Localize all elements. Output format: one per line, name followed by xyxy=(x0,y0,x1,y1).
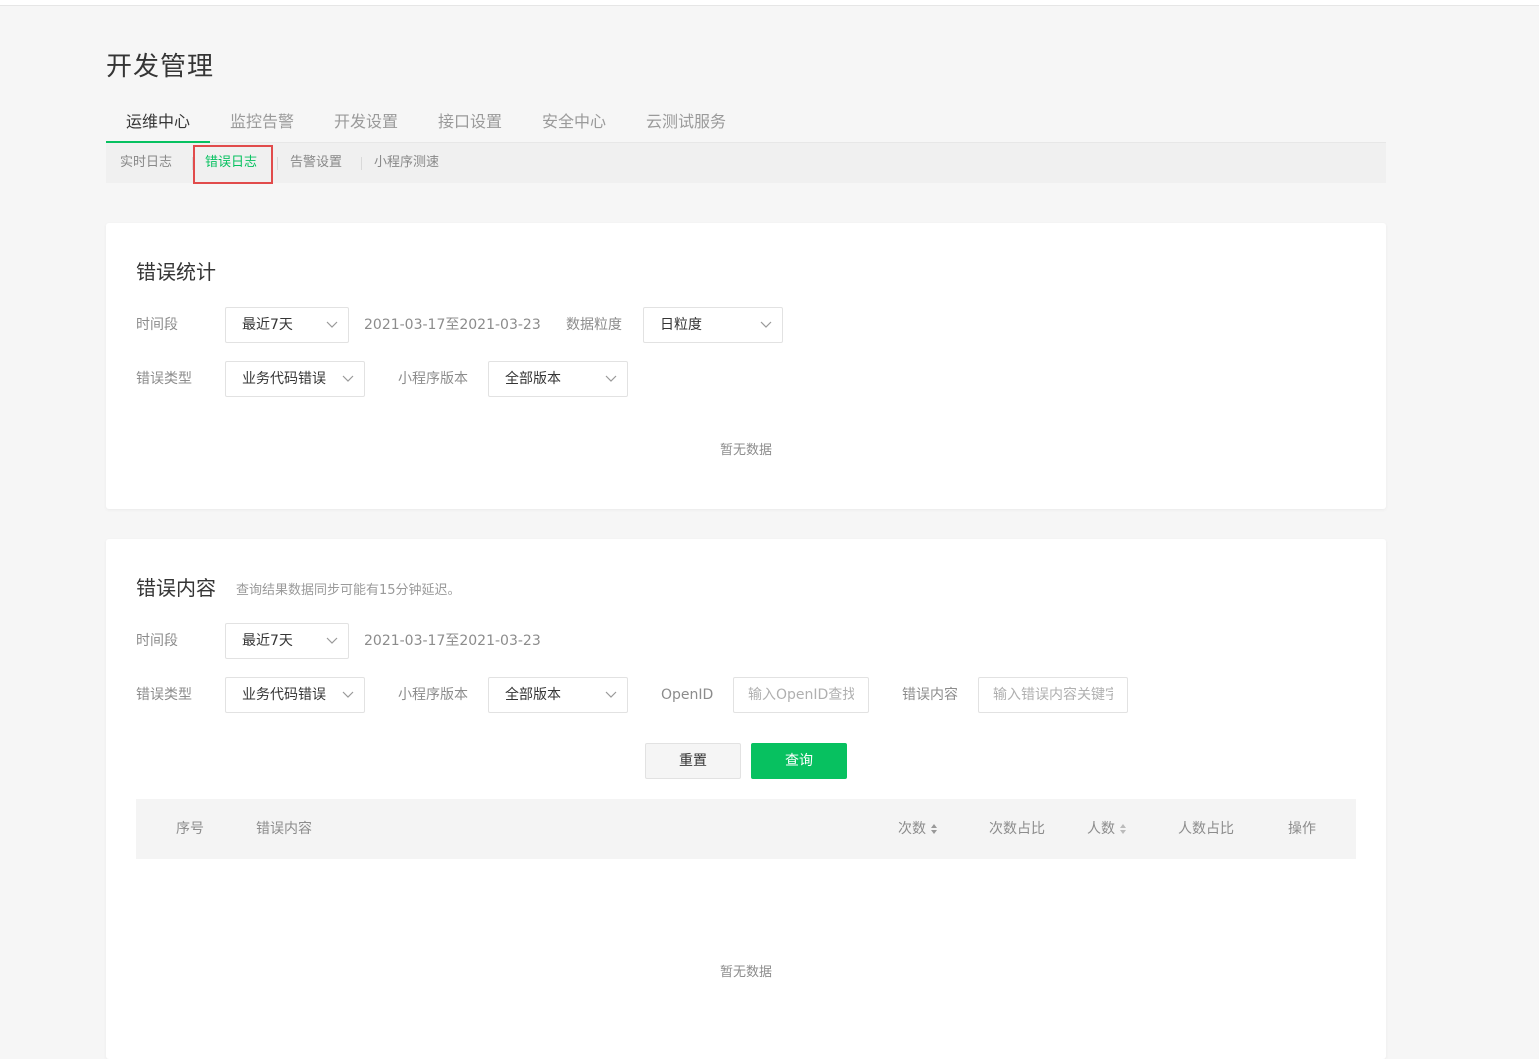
main-tabs: 运维中心 监控告警 开发设置 接口设置 安全中心 云测试服务 xyxy=(106,104,1386,143)
th-action: 操作 xyxy=(1288,821,1316,837)
tab-dev-settings[interactable]: 开发设置 xyxy=(334,104,398,143)
period-label: 时间段 xyxy=(136,633,178,649)
version-select-value: 全部版本 xyxy=(505,371,561,387)
granularity-select[interactable]: 日粒度 xyxy=(643,307,783,343)
chevron-down-icon xyxy=(326,321,338,328)
highlight-box xyxy=(193,145,273,184)
th-users[interactable]: 人数 xyxy=(1087,799,1127,859)
th-index: 序号 xyxy=(176,821,204,837)
keyword-label: 错误内容 xyxy=(902,687,958,703)
card-title: 错误统计 xyxy=(136,260,216,284)
tab-monitoring[interactable]: 监控告警 xyxy=(230,104,294,143)
chevron-down-icon xyxy=(760,321,772,328)
version-label: 小程序版本 xyxy=(398,371,468,387)
empty-state: 暂无数据 xyxy=(719,443,772,458)
subtab-alert-settings[interactable]: 告警设置 xyxy=(290,143,342,183)
query-button[interactable]: 查询 xyxy=(751,743,847,779)
error-keyword-input[interactable] xyxy=(978,677,1128,713)
th-count[interactable]: 次数 xyxy=(898,799,938,859)
openid-input[interactable] xyxy=(733,677,869,713)
version-select-value: 全部版本 xyxy=(505,687,561,703)
date-range-text: 2021-03-17至2021-03-23 xyxy=(364,633,541,649)
version-select[interactable]: 全部版本 xyxy=(488,677,628,713)
period-label: 时间段 xyxy=(136,317,178,333)
chevron-down-icon xyxy=(605,691,617,698)
date-range-text: 2021-03-17至2021-03-23 xyxy=(364,317,541,333)
page-title: 开发管理 xyxy=(106,52,215,82)
empty-state: 暂无数据 xyxy=(719,965,772,980)
error-stats-card: 错误统计 时间段 最近7天 2021-03-17至2021-03-23 数据粒度… xyxy=(106,223,1386,509)
openid-label: OpenID xyxy=(661,687,714,703)
error-type-select[interactable]: 业务代码错误 xyxy=(225,677,365,713)
th-count-label: 次数 xyxy=(898,821,926,837)
granularity-select-value: 日粒度 xyxy=(660,317,702,333)
error-type-select[interactable]: 业务代码错误 xyxy=(225,361,365,397)
period-select-value: 最近7天 xyxy=(242,633,293,649)
tab-api-settings[interactable]: 接口设置 xyxy=(438,104,502,143)
version-select[interactable]: 全部版本 xyxy=(488,361,628,397)
tab-cloud-testing[interactable]: 云测试服务 xyxy=(646,104,726,143)
chevron-down-icon xyxy=(342,691,354,698)
error-type-label: 错误类型 xyxy=(136,687,192,703)
th-error-content: 错误内容 xyxy=(256,821,312,837)
sort-icon[interactable] xyxy=(1119,823,1127,835)
sub-tabs: 实时日志 错误日志 告警设置 小程序测速 xyxy=(106,143,1386,183)
delay-note: 查询结果数据同步可能有15分钟延迟。 xyxy=(236,583,461,598)
period-select[interactable]: 最近7天 xyxy=(225,623,349,659)
period-select-value: 最近7天 xyxy=(242,317,293,333)
sub-tab-divider xyxy=(277,157,278,170)
th-users-ratio: 人数占比 xyxy=(1178,821,1234,837)
th-users-label: 人数 xyxy=(1087,821,1115,837)
top-bar xyxy=(0,0,1539,6)
error-content-card: 错误内容 查询结果数据同步可能有15分钟延迟。 时间段 最近7天 2021-03… xyxy=(106,539,1386,1059)
period-select[interactable]: 最近7天 xyxy=(225,307,349,343)
tab-security-center[interactable]: 安全中心 xyxy=(542,104,606,143)
error-type-select-value: 业务代码错误 xyxy=(242,687,326,703)
chevron-down-icon xyxy=(342,375,354,382)
subtab-miniprogram-speed[interactable]: 小程序测速 xyxy=(374,143,439,183)
table-header: 序号 错误内容 次数 次数占比 人数 人数占比 操作 xyxy=(136,799,1356,859)
subtab-realtime-log[interactable]: 实时日志 xyxy=(120,143,172,183)
error-type-select-value: 业务代码错误 xyxy=(242,371,326,387)
chevron-down-icon xyxy=(605,375,617,382)
sort-icon[interactable] xyxy=(930,823,938,835)
card-title: 错误内容 xyxy=(136,576,216,600)
error-type-label: 错误类型 xyxy=(136,371,192,387)
sub-tab-divider xyxy=(361,157,362,170)
version-label: 小程序版本 xyxy=(398,687,468,703)
tab-ops-center[interactable]: 运维中心 xyxy=(106,104,210,143)
granularity-label: 数据粒度 xyxy=(566,317,622,333)
th-count-ratio: 次数占比 xyxy=(989,821,1045,837)
chevron-down-icon xyxy=(326,637,338,644)
reset-button[interactable]: 重置 xyxy=(645,743,741,779)
